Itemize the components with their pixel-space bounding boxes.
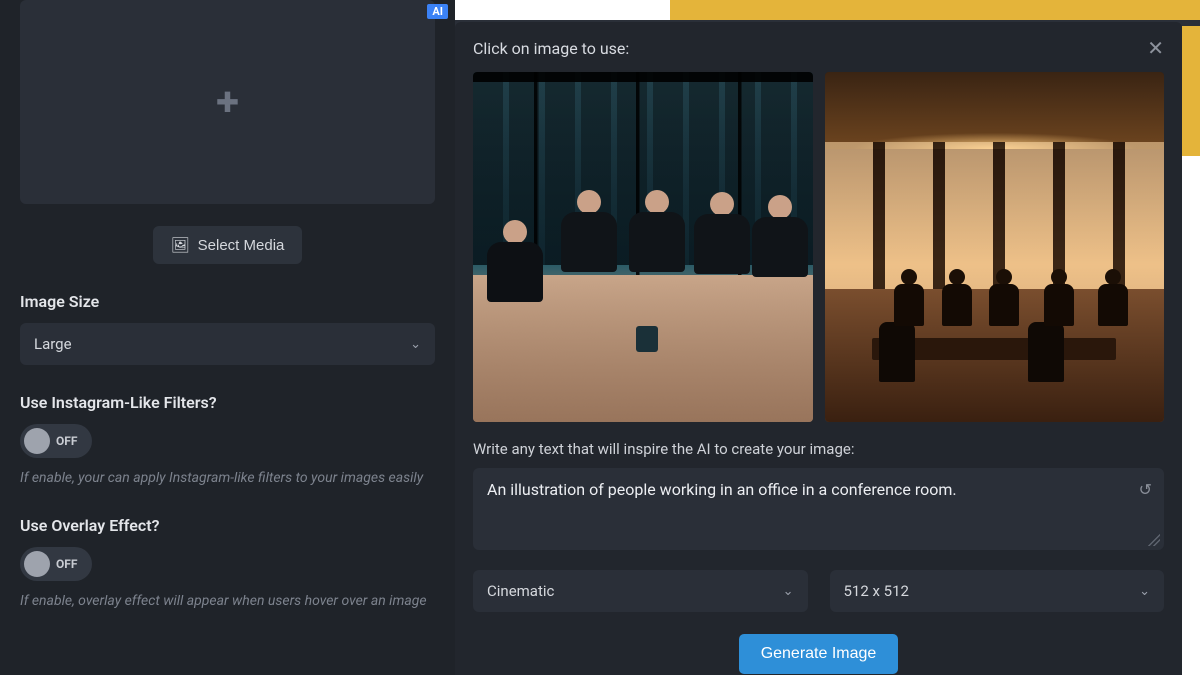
dimensions-select-value: 512 x 512: [844, 582, 909, 600]
filters-hint: If enable, your can apply Instagram-like…: [20, 468, 435, 488]
filters-toggle-state: OFF: [56, 434, 77, 448]
filters-label: Use Instagram-Like Filters?: [20, 393, 435, 412]
modal-header: Click on image to use: ✕: [473, 36, 1164, 60]
prompt-label: Write any text that will inspire the AI …: [473, 440, 1164, 458]
filters-toggle[interactable]: OFF: [20, 424, 92, 458]
media-icon: 🖼: [171, 236, 190, 254]
chevron-down-icon: ⌄: [783, 584, 794, 599]
generate-image-button[interactable]: Generate Image: [739, 634, 899, 674]
overlay-field: Use Overlay Effect? OFF If enable, overl…: [20, 516, 435, 611]
style-select[interactable]: Cinematic ⌄: [473, 570, 808, 612]
image-size-label: Image Size: [20, 292, 435, 311]
prompt-box: ↺: [473, 468, 1164, 550]
controls-row: Cinematic ⌄ 512 x 512 ⌄: [473, 570, 1164, 612]
plus-icon: ✚: [216, 86, 239, 119]
background-right-edge: [1182, 26, 1200, 675]
image-size-field: Image Size Large ⌄: [20, 292, 435, 365]
history-icon[interactable]: ↺: [1139, 480, 1152, 499]
toggle-knob: [24, 551, 50, 577]
overlay-label: Use Overlay Effect?: [20, 516, 435, 535]
ai-badge: AI: [427, 4, 448, 19]
app-root: ✚ AI 🖼 Select Media Image Size Large ⌄ U…: [0, 0, 1200, 675]
generated-image-grid: [473, 72, 1164, 422]
image-size-value: Large: [34, 335, 72, 353]
media-upload-zone[interactable]: ✚ AI: [20, 0, 435, 204]
filters-field: Use Instagram-Like Filters? OFF If enabl…: [20, 393, 435, 488]
dimensions-select[interactable]: 512 x 512 ⌄: [830, 570, 1165, 612]
ai-image-modal: Click on image to use: ✕: [455, 22, 1182, 675]
resize-handle-icon[interactable]: [1148, 534, 1160, 546]
chevron-down-icon: ⌄: [1139, 584, 1150, 599]
main-area: Click on image to use: ✕: [455, 0, 1200, 675]
image-size-select[interactable]: Large ⌄: [20, 323, 435, 365]
toggle-knob: [24, 428, 50, 454]
style-select-value: Cinematic: [487, 582, 554, 600]
modal-title: Click on image to use:: [473, 39, 629, 58]
overlay-toggle-state: OFF: [56, 557, 77, 571]
chevron-down-icon: ⌄: [410, 337, 421, 352]
overlay-hint: If enable, overlay effect will appear wh…: [20, 591, 435, 611]
overlay-toggle[interactable]: OFF: [20, 547, 92, 581]
prompt-input[interactable]: [487, 480, 1124, 518]
close-icon[interactable]: ✕: [1147, 36, 1164, 60]
select-media-button[interactable]: 🖼 Select Media: [153, 226, 303, 264]
settings-sidebar: ✚ AI 🖼 Select Media Image Size Large ⌄ U…: [0, 0, 455, 675]
generated-image-1[interactable]: [473, 72, 813, 422]
select-media-label: Select Media: [198, 237, 285, 254]
background-strip: [455, 0, 1200, 20]
generated-image-2[interactable]: [825, 72, 1165, 422]
